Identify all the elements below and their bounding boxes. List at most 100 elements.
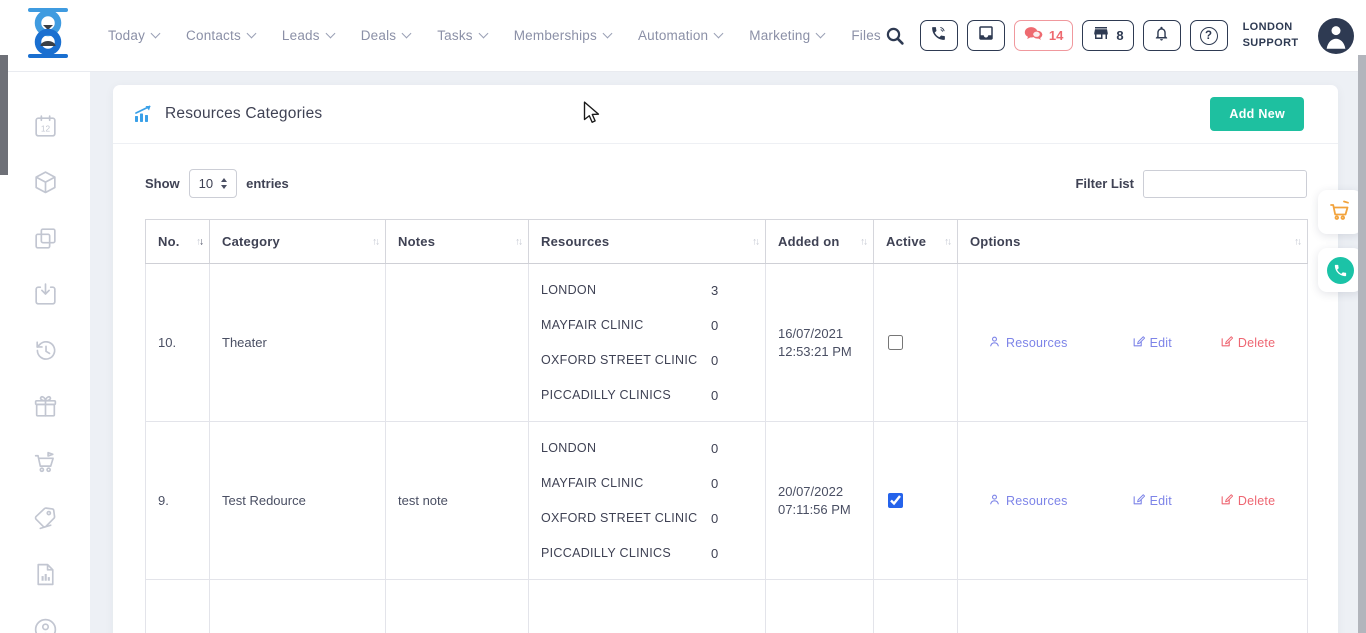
add-new-button[interactable]: Add New	[1210, 97, 1304, 131]
copy-icon[interactable]	[32, 225, 59, 252]
resource-name: MAYFAIR CLINIC	[541, 318, 711, 332]
hourglass-logo-icon	[22, 4, 74, 67]
resources-link[interactable]: Resources	[988, 335, 1068, 351]
left-sidebar: 12	[0, 71, 90, 633]
page-size-select[interactable]: 10	[189, 169, 237, 198]
cell-category: Test Redource	[210, 422, 386, 580]
chart-icon	[133, 104, 153, 124]
resources-categories-table: No.↑↓Category↑↓Notes↑↓Resources↑↓Added o…	[145, 219, 1308, 633]
added-time: 12:53:21 PM	[778, 343, 861, 361]
sort-arrows-icon: ↑↓	[944, 236, 950, 247]
chevron-down-icon	[714, 29, 724, 39]
nav-item-leads[interactable]: Leads	[282, 28, 334, 43]
cell-category: Theater	[210, 264, 386, 422]
scrollbar-track[interactable]	[1358, 0, 1366, 633]
resource-name: PICCADILLY CLINICS	[541, 388, 711, 402]
inbox-button[interactable]	[967, 20, 1005, 51]
nav-label: Marketing	[749, 28, 810, 43]
delete-link[interactable]: Delete	[1220, 493, 1275, 509]
phone-icon	[930, 25, 947, 47]
sort-arrows-icon: ↑↓	[196, 236, 202, 247]
app-logo[interactable]	[22, 6, 74, 66]
options-links: Resources Edit Delete	[970, 493, 1295, 509]
column-header-active[interactable]: Active ↑↓	[874, 220, 958, 264]
history-icon[interactable]	[32, 337, 59, 364]
cell-no: 10.	[146, 264, 210, 422]
report-document-icon[interactable]	[32, 561, 59, 588]
chevron-down-icon	[816, 29, 826, 39]
notifications-button[interactable]	[1143, 20, 1181, 51]
edit-link[interactable]: Edit	[1132, 493, 1172, 509]
column-header-options[interactable]: Options↑↓	[958, 220, 1308, 264]
column-label: Category	[222, 234, 280, 249]
cell-options	[958, 580, 1308, 633]
cell-no	[146, 580, 210, 633]
phone-circle-icon	[1327, 257, 1354, 284]
user-circle-icon[interactable]	[32, 616, 59, 633]
resource-count: 0	[711, 353, 718, 368]
nav-item-contacts[interactable]: Contacts	[186, 28, 255, 43]
nav-label: Memberships	[514, 28, 597, 43]
column-header-category[interactable]: Category ↑↓	[210, 220, 386, 264]
cell-added-on: 16/07/202112:53:21 PM	[766, 264, 874, 422]
filter-input[interactable]	[1143, 170, 1307, 198]
cart-icon	[1327, 197, 1353, 228]
cart-icon[interactable]	[32, 449, 59, 476]
nav-item-tasks[interactable]: Tasks	[437, 28, 487, 43]
calendar-12-icon[interactable]: 12	[32, 113, 59, 140]
resource-count: 0	[711, 511, 718, 526]
scrollbar-thumb[interactable]	[0, 55, 8, 175]
nav-item-today[interactable]: Today	[108, 28, 159, 43]
resource-count: 0	[711, 546, 718, 561]
resource-name: MAYFAIR CLINIC	[541, 476, 711, 490]
edit-link[interactable]: Edit	[1132, 335, 1172, 351]
column-header-notes[interactable]: Notes↑↓	[386, 220, 529, 264]
search-icon[interactable]	[881, 22, 909, 50]
user-avatar[interactable]	[1318, 18, 1354, 54]
column-header-no[interactable]: No.↑↓	[146, 220, 210, 264]
price-tag-icon[interactable]	[32, 505, 59, 532]
page-size-value: 10	[199, 176, 213, 191]
help-button[interactable]: ?	[1190, 20, 1228, 51]
inbox-icon	[977, 24, 995, 47]
table-header-row: No.↑↓Category↑↓Notes↑↓Resources↑↓Added o…	[146, 220, 1308, 264]
resource-name: OXFORD STREET CLINIC	[541, 353, 711, 367]
nav-item-marketing[interactable]: Marketing	[749, 28, 824, 43]
delete-link[interactable]: Delete	[1220, 335, 1275, 351]
nav-item-automation[interactable]: Automation	[638, 28, 722, 43]
resource-line: PICCADILLY CLINICS0	[541, 536, 753, 571]
nav-item-deals[interactable]: Deals	[361, 28, 411, 43]
edit-link-icon	[1132, 493, 1145, 509]
calendar-import-icon[interactable]	[32, 281, 59, 308]
floating-cart-button[interactable]	[1318, 190, 1362, 234]
delete-link-icon	[1220, 335, 1233, 351]
gift-icon[interactable]	[32, 393, 59, 420]
phone-button[interactable]	[920, 20, 958, 51]
cell-resources: LONDON3MAYFAIR CLINIC0OXFORD STREET CLIN…	[529, 264, 766, 422]
sort-arrows-icon: ↑↓	[372, 236, 378, 247]
column-label: Active	[886, 234, 926, 249]
chevron-down-icon	[246, 29, 256, 39]
sort-arrows-icon: ↑↓	[860, 236, 866, 247]
column-header-resources[interactable]: Resources↑↓	[529, 220, 766, 264]
active-checkbox[interactable]	[888, 493, 903, 508]
cube-icon[interactable]	[32, 169, 59, 196]
main-nav: Today Contacts Leads Deals Tasks Memberships A…	[108, 28, 881, 43]
delete-link-icon	[1220, 493, 1233, 509]
active-checkbox[interactable]	[888, 335, 903, 350]
resources-link-label: Resources	[1006, 494, 1068, 508]
resource-line: OXFORD STREET CLINIC0	[541, 501, 753, 536]
chat-button[interactable]: 14	[1014, 20, 1073, 51]
sort-arrows-icon: ↑↓	[515, 236, 521, 247]
resource-line: PICCADILLY CLINICS0	[541, 378, 753, 413]
resources-link[interactable]: Resources	[988, 493, 1068, 509]
nav-item-files[interactable]: Files	[851, 28, 881, 43]
nav-label: Deals	[361, 28, 397, 43]
nav-item-memberships[interactable]: Memberships	[514, 28, 611, 43]
column-header-added-on[interactable]: Added on↑↓	[766, 220, 874, 264]
floating-phone-button[interactable]	[1318, 248, 1362, 292]
chevron-down-icon	[151, 29, 161, 39]
page-title: Resources Categories	[165, 105, 322, 123]
store-button[interactable]: 8	[1082, 20, 1133, 51]
added-date: 16/07/2021	[778, 325, 861, 343]
